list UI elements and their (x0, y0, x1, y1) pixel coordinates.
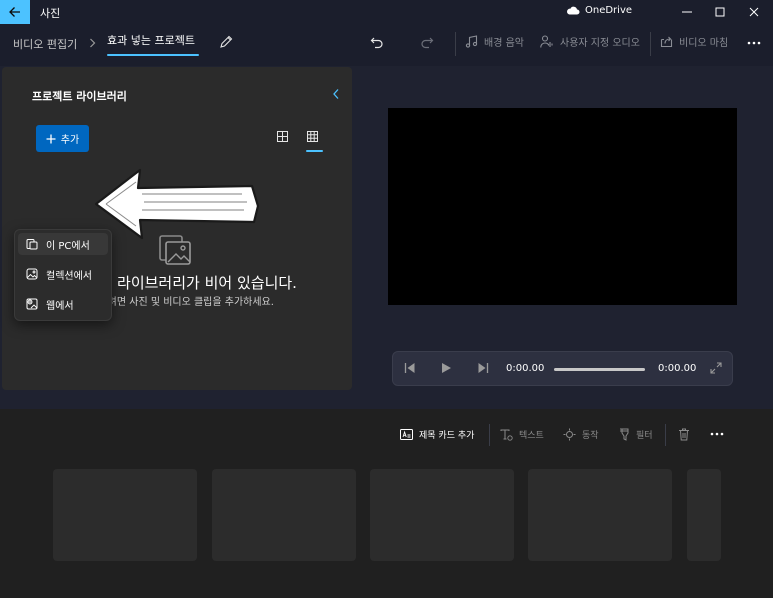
onedrive-label: OneDrive (585, 5, 633, 16)
arrow-left-icon (9, 7, 20, 17)
storyboard-more-button[interactable] (710, 432, 724, 436)
storyboard-slot[interactable] (53, 469, 197, 561)
video-preview[interactable] (388, 108, 737, 305)
storyboard-slot[interactable] (528, 469, 672, 561)
close-icon (749, 7, 759, 17)
delete-button[interactable] (678, 428, 690, 441)
close-button[interactable] (737, 0, 771, 24)
breadcrumb-video-editor[interactable]: 비디오 편집기 (13, 36, 77, 52)
minimize-icon (682, 11, 692, 13)
motion-label: 동작 (582, 431, 599, 441)
folder-icon (26, 239, 38, 250)
menu-item-label: 웹에서 (46, 300, 74, 312)
back-button[interactable] (0, 0, 30, 24)
maximize-icon (715, 7, 725, 17)
title-bar: 사진 OneDrive (0, 0, 773, 24)
more-options-icon[interactable] (747, 41, 761, 45)
add-title-card-label: 제목 카드 추가 (419, 431, 475, 441)
text-button[interactable]: 텍스트 (500, 428, 544, 441)
text-label: 텍스트 (519, 431, 544, 441)
minimize-button[interactable] (670, 0, 704, 24)
chevron-left-icon[interactable] (332, 88, 340, 100)
toolbar-divider (665, 424, 666, 446)
seek-slider[interactable] (554, 368, 645, 371)
trash-icon (679, 428, 689, 441)
menu-item-from-this-pc[interactable]: 이 PC에서 (18, 233, 108, 255)
custom-audio-button[interactable]: 사용자 지정 오디오 (540, 34, 640, 49)
previous-frame-icon[interactable] (404, 362, 416, 374)
storyboard-slot[interactable] (687, 469, 721, 561)
menu-item-label: 이 PC에서 (46, 240, 90, 252)
toolbar-divider (489, 424, 490, 446)
onedrive-status[interactable]: OneDrive (566, 5, 632, 16)
person-audio-icon (540, 35, 553, 48)
share-export-icon (660, 36, 673, 48)
command-bar: 비디오 편집기 효과 넣는 프로젝트 배경 음악 사용자 지정 오디오 비디오 … (0, 24, 773, 66)
pencil-icon[interactable] (219, 35, 233, 49)
storyboard-slot[interactable] (212, 469, 356, 561)
custom-audio-label: 사용자 지정 오디오 (560, 38, 640, 49)
menu-item-from-web[interactable]: 웹에서 (18, 293, 108, 315)
library-title: 프로젝트 라이브러리 (32, 90, 127, 103)
breadcrumb-active-indicator (107, 54, 199, 56)
title-card-icon (400, 429, 413, 440)
chevron-right-icon (90, 38, 96, 48)
storyboard-slot[interactable] (370, 469, 514, 561)
expand-icon[interactable] (710, 362, 722, 374)
finish-video-label: 비디오 마침 (679, 38, 729, 49)
background-music-label: 배경 음악 (484, 38, 524, 49)
current-time: 0:00.00 (506, 363, 545, 374)
add-media-menu: 이 PC에서 컬렉션에서 웹에서 (14, 229, 112, 321)
menu-item-from-collection[interactable]: 컬렉션에서 (18, 263, 108, 285)
web-image-icon (26, 298, 38, 310)
finish-video-button[interactable]: 비디오 마침 (660, 34, 728, 49)
add-media-button[interactable]: 추가 (36, 125, 89, 152)
add-media-label: 추가 (60, 135, 80, 146)
text-icon (500, 429, 513, 441)
toolbar-divider (650, 32, 651, 56)
view-active-indicator (306, 150, 323, 152)
undo-icon[interactable] (370, 35, 384, 49)
motion-button[interactable]: 동작 (563, 428, 599, 441)
photo-collection-icon (26, 268, 38, 280)
playback-controls: 0:00.00 0:00.00 (392, 351, 733, 386)
music-note-icon (465, 35, 478, 48)
filters-button[interactable]: 필터 (618, 428, 653, 441)
more-options-icon (710, 432, 724, 436)
grid-view-large-icon[interactable] (277, 131, 288, 142)
next-frame-icon[interactable] (477, 362, 489, 374)
menu-item-label: 컬렉션에서 (46, 270, 92, 282)
background-music-button[interactable]: 배경 음악 (465, 34, 524, 49)
maximize-button[interactable] (703, 0, 737, 24)
play-icon[interactable] (440, 362, 452, 374)
filters-label: 필터 (636, 431, 653, 441)
storyboard: 제목 카드 추가 텍스트 동작 필터 (0, 409, 773, 598)
breadcrumb-project-name: 효과 넣는 프로젝트 (107, 34, 195, 47)
editor-main-area: 프로젝트 라이브러리 추가 프로젝트 라이브러리가 비어 있습니다. 시작하려면… (0, 66, 773, 409)
plus-icon (46, 134, 56, 143)
total-duration: 0:00.00 (658, 363, 697, 374)
annotation-arrow-icon (94, 168, 260, 240)
redo-icon[interactable] (420, 35, 434, 49)
filter-icon (620, 428, 629, 441)
app-title: 사진 (40, 7, 61, 20)
grid-view-small-icon[interactable] (307, 131, 318, 142)
cloud-icon (567, 6, 580, 15)
motion-icon (563, 428, 576, 441)
toolbar-divider (455, 32, 456, 56)
add-title-card-button[interactable]: 제목 카드 추가 (400, 428, 474, 441)
